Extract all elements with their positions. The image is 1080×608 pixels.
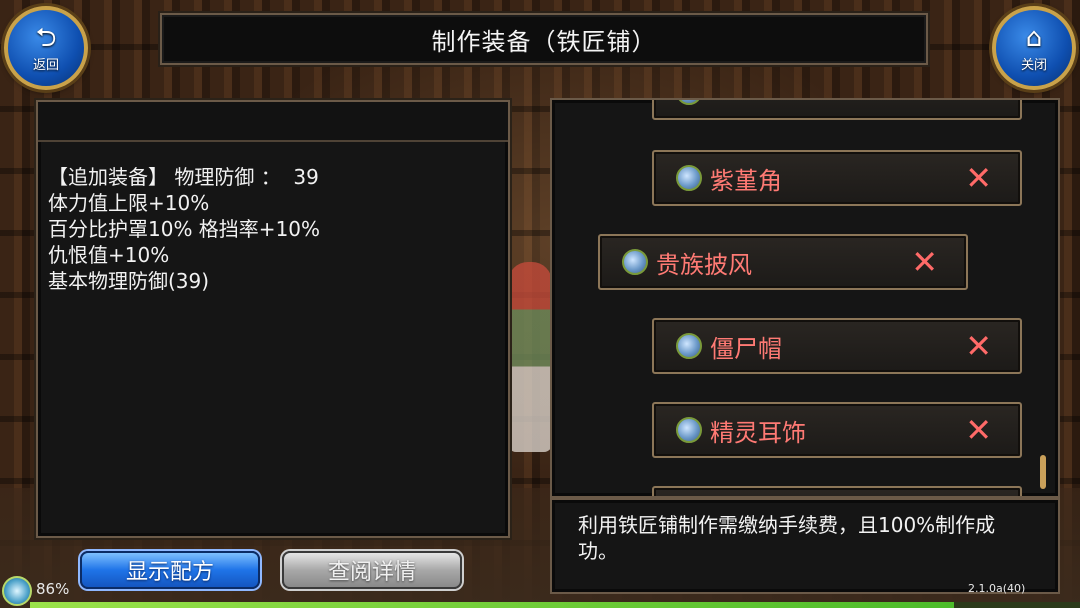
info-text-box: 利用铁匠铺制作需缴纳手续费，且100%制作成功。 — [550, 498, 1060, 594]
item-name: 紫堇角 — [710, 166, 782, 195]
item-name: 精灵耳饰 — [710, 418, 806, 447]
item-name: 贵族披风 — [656, 250, 752, 279]
list-item-partial[interactable] — [652, 100, 1022, 120]
list-item[interactable]: 僵尸帽 ✕ — [652, 318, 1022, 374]
panel-header — [38, 102, 508, 142]
player-character — [508, 262, 552, 452]
view-details-label: 查阅详情 — [327, 560, 416, 585]
list-item-partial[interactable] — [652, 486, 1022, 496]
remove-icon[interactable]: ✕ — [965, 412, 992, 448]
item-icon — [622, 249, 648, 275]
close-button[interactable]: ⌂ 关闭 — [992, 6, 1076, 90]
return-arrow-icon: ⮌ — [35, 22, 57, 53]
item-icon — [676, 165, 702, 191]
recipe-list-panel[interactable]: 紫堇角 ✕ 贵族披风 ✕ 僵尸帽 ✕ 精灵耳饰 ✕ — [550, 98, 1060, 498]
battery-level: 86% — [36, 580, 70, 598]
item-icon — [676, 333, 702, 359]
experience-bar-fill — [30, 602, 954, 608]
description-line: 仇恨值+10% — [48, 243, 170, 267]
title-bar: 制作装备（铁匠铺） — [160, 13, 928, 65]
description-line: 体力值上限+10% — [48, 191, 210, 215]
scrollbar-thumb[interactable] — [1040, 455, 1046, 489]
list-item-selected[interactable]: 贵族披风 ✕ — [598, 234, 968, 290]
list-item[interactable]: 紫堇角 ✕ — [652, 150, 1022, 206]
view-details-button[interactable]: 查阅详情 — [282, 551, 462, 589]
experience-bar — [30, 602, 1080, 608]
list-item[interactable]: 精灵耳饰 ✕ — [652, 402, 1022, 458]
page-title: 制作装备（铁匠铺） — [431, 27, 657, 56]
battery-icon — [2, 576, 32, 606]
item-icon — [676, 100, 702, 105]
description-line: 百分比护罩10% 格挡率+10% — [48, 217, 321, 241]
description-line: 基本物理防御(39) — [48, 269, 210, 293]
back-button[interactable]: ⮌ 返回 — [4, 6, 88, 90]
item-icon — [676, 417, 702, 443]
back-button-label: 返回 — [32, 57, 59, 73]
item-description: 【追加装备】 物理防御 ： 39 体力值上限+10% 百分比护罩10% 格挡率+… — [38, 142, 508, 294]
item-description-panel: 【追加装备】 物理防御 ： 39 体力值上限+10% 百分比护罩10% 格挡率+… — [36, 100, 510, 538]
close-button-label: 关闭 — [1020, 57, 1047, 73]
show-recipe-label: 显示配方 — [125, 560, 214, 585]
remove-icon[interactable]: ✕ — [965, 160, 992, 196]
description-line: 【追加装备】 物理防御 ： 39 — [48, 165, 319, 189]
info-text: 利用铁匠铺制作需缴纳手续费，且100%制作成功。 — [578, 513, 996, 563]
remove-icon[interactable]: ✕ — [911, 244, 938, 280]
remove-icon[interactable]: ✕ — [965, 328, 992, 364]
home-icon: ⌂ — [1025, 22, 1043, 53]
version-label: 2.1.0a(40) — [968, 582, 1026, 595]
show-recipe-button[interactable]: 显示配方 — [80, 551, 260, 589]
item-name: 僵尸帽 — [710, 334, 782, 363]
